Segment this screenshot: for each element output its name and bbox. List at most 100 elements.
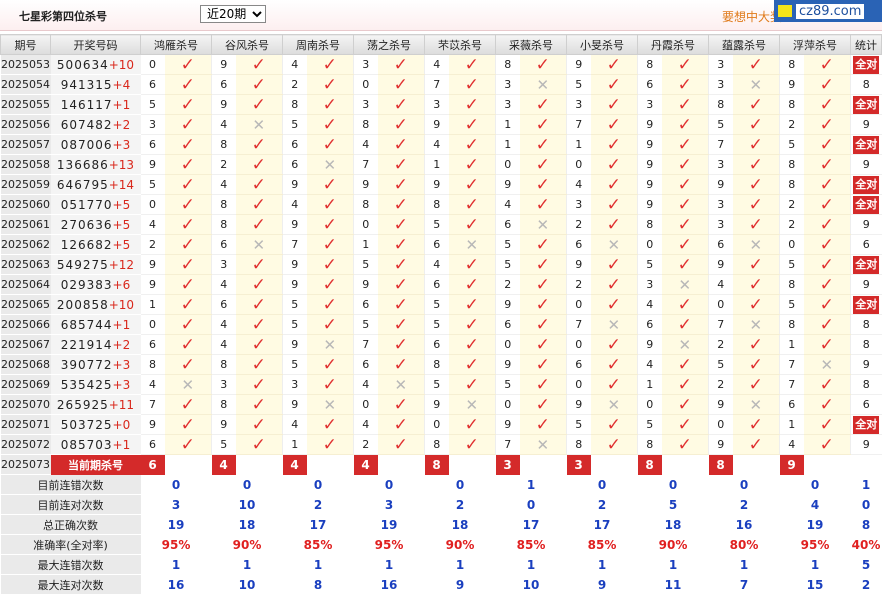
summary-value: 16 (140, 574, 212, 595)
draw-digits: 126682 (60, 237, 113, 252)
check-icon: ✓ (677, 254, 692, 275)
stat-count: 8 (862, 78, 870, 91)
kill-value: 4 (211, 314, 236, 335)
current-kill-value: 8 (637, 454, 662, 475)
kill-value: 0 (353, 394, 378, 415)
kill-result: ✓ (235, 134, 283, 155)
draw-digits: 051770 (60, 197, 113, 212)
summary-value: 15 (779, 574, 851, 595)
check-icon: ✓ (535, 274, 550, 295)
kill-value: 1 (637, 374, 662, 395)
summary-value: 10 (211, 574, 283, 595)
draw-sum: +11 (108, 397, 135, 412)
kill-value: 9 (353, 174, 378, 195)
kill-result: ✓ (377, 174, 425, 195)
kill-value: 7 (424, 74, 449, 95)
kill-value: 2 (779, 214, 804, 235)
kill-result: ✕ (803, 354, 851, 375)
row-issue: 2025071 (0, 414, 51, 435)
kill-value: 9 (140, 254, 165, 275)
kill-result: ✓ (590, 194, 638, 215)
kill-result: ✓ (164, 94, 212, 115)
check-icon: ✓ (322, 74, 337, 95)
kill-value: 8 (211, 394, 236, 415)
summary-value: 95% (779, 534, 851, 555)
kill-value: 0 (566, 334, 591, 355)
stat-count: 9 (862, 158, 870, 171)
kill-value: 0 (353, 214, 378, 235)
kill-value: 0 (495, 334, 520, 355)
kill-value: 9 (211, 54, 236, 75)
kill-value: 5 (424, 314, 449, 335)
kill-value: 2 (282, 74, 307, 95)
check-icon: ✓ (464, 434, 479, 455)
kill-result: ✓ (164, 54, 212, 75)
kill-result: ✓ (448, 374, 496, 395)
period-select[interactable]: 近20期 (200, 5, 266, 23)
summary-value: 1 (708, 554, 780, 575)
kill-value: 6 (353, 354, 378, 375)
row-stat: 全对 (850, 194, 882, 215)
table-row: 2025054 941315+4 6 ✓ 6 ✓ 2 ✓ 0 ✓ 7 ✓ 3 ✕ 5 ✓ 6 ✓ 3 ✕ 9 ✓ 8 (0, 74, 882, 95)
draw-sum: +4 (112, 77, 131, 92)
kill-result: ✓ (803, 214, 851, 235)
table-header-row: 期号 开奖号码 鸿雁杀号 谷风杀号 周南杀号 荡之杀号 芣苡杀号 采薇杀号 小旻杀号 丹霞杀号 蕴露… (0, 34, 882, 55)
kill-value: 0 (566, 294, 591, 315)
kill-value: 6 (779, 394, 804, 415)
row-issue: 2025056 (0, 114, 51, 135)
check-icon: ✓ (748, 54, 763, 75)
draw-digits: 535425 (60, 377, 113, 392)
table-row: 2025069 535425+3 4 ✕ 3 ✓ 3 ✓ 4 ✕ 5 ✓ 5 ✓ 0 ✓ 1 ✓ 2 ✓ 7 ✓ 8 (0, 374, 882, 395)
check-icon: ✓ (322, 294, 337, 315)
site-watermark: cz89.com (774, 0, 882, 22)
summary-value: 0 (353, 474, 425, 495)
current-kill-spacer (306, 454, 354, 475)
summary-value: 1 (495, 474, 567, 495)
row-issue: 2025053 (0, 54, 51, 75)
check-icon: ✓ (677, 194, 692, 215)
kill-result: ✕ (306, 394, 354, 415)
kill-value: 4 (353, 134, 378, 155)
check-icon: ✓ (748, 214, 763, 235)
summary-value: 9 (424, 574, 496, 595)
cross-icon: ✕ (536, 75, 550, 94)
kill-value: 3 (566, 94, 591, 115)
current-kill-value: 8 (424, 454, 449, 475)
kill-result: ✓ (519, 254, 567, 275)
check-icon: ✓ (322, 434, 337, 455)
kill-result: ✓ (448, 94, 496, 115)
cross-icon: ✕ (607, 235, 621, 254)
table-row: 2025056 607482+2 3 ✓ 4 ✕ 5 ✓ 8 ✓ 9 ✓ 1 ✓ 7 ✓ 9 ✓ 5 ✓ 2 ✓ 9 (0, 114, 882, 135)
kill-result: ✓ (377, 54, 425, 75)
summary-value: 1 (637, 554, 709, 575)
check-icon: ✓ (748, 414, 763, 435)
draw-digits: 200858 (56, 297, 109, 312)
promo-link[interactable]: 要想中大奖 (722, 8, 782, 25)
summary-value: 19 (140, 514, 212, 535)
table-row: 2025071 503725+0 9 ✓ 9 ✓ 4 ✓ 4 ✓ 0 ✓ 9 ✓ 5 ✓ 5 ✓ 0 ✓ 1 ✓ 全对 (0, 414, 882, 435)
summary-value: 95% (140, 534, 212, 555)
check-icon: ✓ (819, 274, 834, 295)
current-kill-value: 4 (211, 454, 236, 475)
kill-result: ✓ (519, 294, 567, 315)
check-icon: ✓ (180, 214, 195, 235)
kill-value: 8 (353, 194, 378, 215)
check-icon: ✓ (535, 254, 550, 275)
kill-result: ✓ (732, 434, 780, 455)
check-icon: ✓ (748, 354, 763, 375)
stat-count: 9 (862, 278, 870, 291)
cross-icon: ✕ (749, 75, 763, 94)
kill-result: ✓ (732, 194, 780, 215)
draw-digits: 549275 (56, 257, 109, 272)
kill-result: ✓ (590, 434, 638, 455)
check-icon: ✓ (251, 354, 266, 375)
check-icon: ✓ (251, 54, 266, 75)
kill-value: 9 (708, 434, 733, 455)
kill-result: ✓ (377, 414, 425, 435)
kill-value: 8 (637, 214, 662, 235)
row-stat: 8 (850, 374, 882, 395)
all-right-badge: 全对 (853, 55, 880, 74)
check-icon: ✓ (180, 354, 195, 375)
summary-row: 目前连错次数 0 0 0 0 0 1 0 0 0 0 1 (0, 474, 882, 495)
kill-result: ✓ (377, 74, 425, 95)
